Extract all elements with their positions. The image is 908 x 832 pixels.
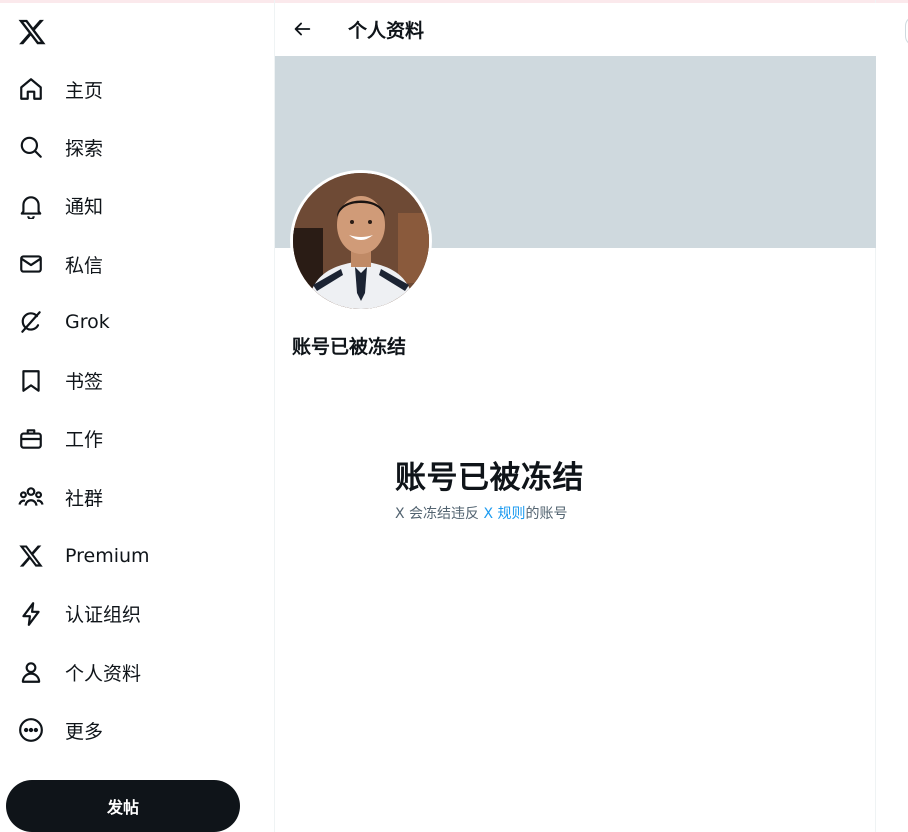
x-rules-link[interactable]: X 规则 [484, 506, 526, 522]
nav-item-jobs[interactable]: 工作 [0, 410, 274, 468]
profile-header: 个人资料 [275, 3, 876, 56]
lightning-icon [18, 601, 44, 627]
nav-item-communities[interactable]: 社群 [0, 468, 274, 526]
description-text: 的账号 [525, 506, 568, 522]
nav-item-more[interactable]: 更多 [0, 701, 274, 759]
nav-item-home[interactable]: 主页 [0, 60, 274, 118]
nav-label: 私信 [65, 254, 104, 277]
nav-item-profile[interactable]: 个人资料 [0, 643, 274, 701]
suspended-title: 账号已被冻结 [395, 460, 584, 496]
nav-label: 通知 [65, 196, 104, 219]
avatar[interactable] [290, 170, 432, 312]
people-icon [18, 484, 44, 510]
nav-label: 主页 [65, 79, 104, 102]
bell-icon [18, 193, 44, 219]
nav-label: Grok [65, 311, 110, 334]
right-sidebar [877, 0, 908, 832]
nav-item-messages[interactable]: 私信 [0, 235, 274, 293]
nav-item-premium[interactable]: Premium [0, 526, 274, 584]
sidebar: 主页 探索 通知 私信 Grok 书签 工作 社群 Premium 认证组织 个… [0, 0, 274, 832]
post-button[interactable]: 发帖 [6, 780, 240, 832]
description-text: X 会冻结违反 [395, 506, 484, 522]
nav-label: 社群 [65, 487, 104, 510]
nav-item-notifications[interactable]: 通知 [0, 177, 274, 235]
nav-label: 更多 [65, 720, 104, 743]
nav-label: Premium [65, 544, 150, 567]
page-title: 个人资料 [348, 20, 425, 42]
mail-icon [18, 251, 44, 277]
search-icon [18, 134, 44, 160]
more-circle-icon [18, 717, 44, 743]
home-icon [18, 76, 44, 102]
nav-label: 探索 [65, 137, 104, 160]
main-column: 个人资料 账号已被冻结 账号已被冻结 X 会冻结违反 X 规则的账号 [274, 0, 876, 832]
x-logo-icon[interactable] [17, 17, 47, 47]
x-logo-icon [18, 543, 44, 569]
nav-label: 个人资料 [65, 662, 142, 685]
person-icon [18, 659, 44, 685]
nav-label: 工作 [65, 429, 104, 452]
nav-item-verified-orgs[interactable]: 认证组织 [0, 585, 274, 643]
nav-item-grok[interactable]: Grok [0, 293, 274, 351]
suspended-notice: 账号已被冻结 X 会冻结违反 X 规则的账号 [395, 452, 795, 523]
briefcase-icon [18, 426, 44, 452]
grok-icon [18, 309, 44, 335]
nav-label: 书签 [65, 371, 104, 394]
nav-item-bookmarks[interactable]: 书签 [0, 351, 274, 409]
bookmark-icon [18, 368, 44, 394]
arrow-left-icon[interactable] [291, 18, 313, 40]
nav-item-explore[interactable]: 探索 [0, 118, 274, 176]
nav-label: 认证组织 [65, 604, 142, 627]
profile-name: 账号已被冻结 [292, 336, 407, 358]
suspended-description: X 会冻结违反 X 规则的账号 [395, 503, 795, 523]
primary-nav: 主页 探索 通知 私信 Grok 书签 工作 社群 Premium 认证组织 个… [0, 60, 274, 760]
